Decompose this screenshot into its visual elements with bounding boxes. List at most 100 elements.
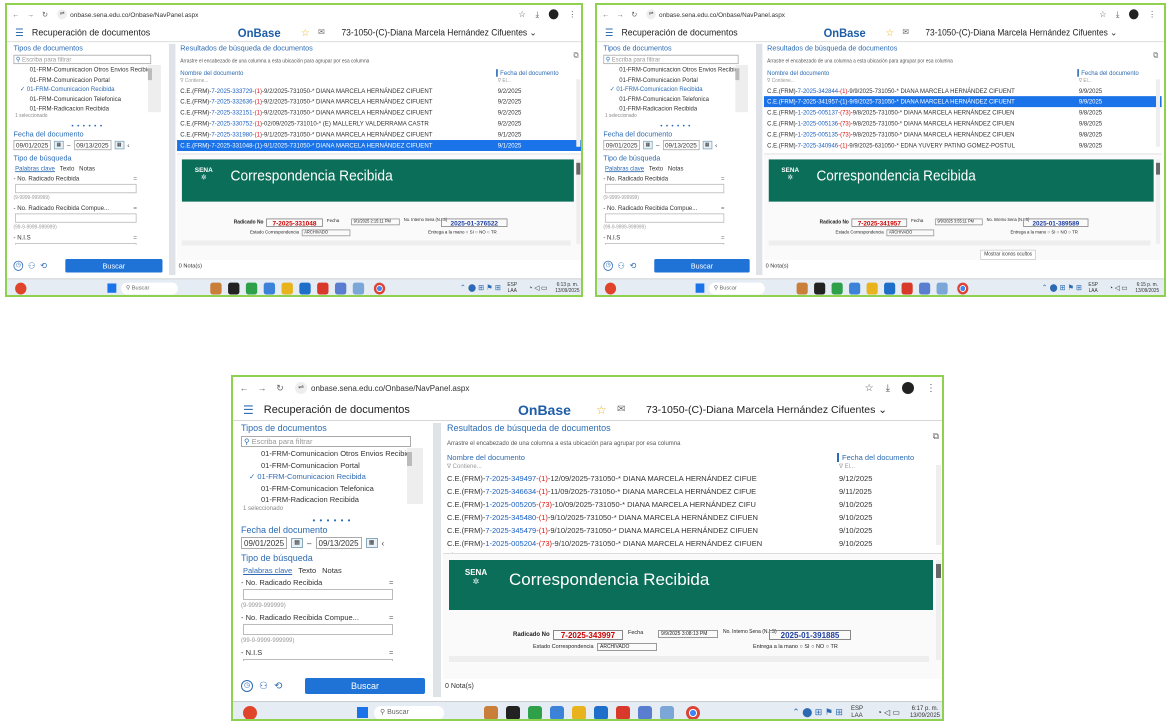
doc-name-cell[interactable]: C.E.(FRM)-7-2025-331048-(1)-9/1/2025-731… xyxy=(180,140,497,151)
folder-icon[interactable] xyxy=(866,282,878,295)
app-icon[interactable] xyxy=(263,282,276,295)
doc-type-item[interactable]: 01-FRM-Radicacion Recibida xyxy=(245,494,431,506)
doc-type-item[interactable]: 01-FRM-Comunicacion Portal xyxy=(245,460,431,472)
panel-divider[interactable] xyxy=(168,43,176,276)
date-to-input[interactable]: 09/13/2025 xyxy=(315,537,362,549)
keyword-input[interactable] xyxy=(604,183,725,194)
preview-scrollbar[interactable] xyxy=(1156,159,1161,244)
doc-name-cell[interactable]: C.E.(FRM)-7-2025-345479-(1)-9/10/2025-73… xyxy=(447,524,839,537)
table-row[interactable]: C.E.(FRM)-7-2025-349497-(1)-12/09/2025-7… xyxy=(443,472,942,485)
copilot-icon[interactable] xyxy=(604,282,617,295)
file-icon[interactable] xyxy=(814,282,826,295)
date-from-input[interactable]: 09/01/2025 xyxy=(13,140,51,151)
app-icon[interactable] xyxy=(616,705,630,719)
user-name[interactable]: 73-1050-(C)-Diana Marcela Hernández Cifu… xyxy=(341,27,527,37)
reload-icon[interactable]: ↻ xyxy=(273,383,287,394)
notes-count[interactable]: 0 Nota(s) xyxy=(177,263,202,269)
widget-icon[interactable] xyxy=(210,282,222,295)
col-document-date[interactable]: Fecha del documento xyxy=(837,453,914,462)
tab-keywords[interactable]: Palabras clave xyxy=(15,164,55,172)
user-menu[interactable]: 73-1050-(C)-Diana Marcela Hernández Cifu… xyxy=(646,404,887,416)
taskbar-search[interactable]: ⚲ Buscar xyxy=(121,282,178,295)
app-icon[interactable] xyxy=(936,282,948,295)
col-document-date[interactable]: Fecha del documento xyxy=(496,69,559,77)
user-menu[interactable]: 73-1050-(C)-Diana Marcela Hernández Cifu… xyxy=(925,27,1117,37)
calendar-icon[interactable]: ▦ xyxy=(291,538,304,548)
app-icon[interactable] xyxy=(550,705,564,719)
date-filter[interactable]: ∇ El... xyxy=(1079,78,1092,83)
results-scrollbar[interactable] xyxy=(1156,79,1161,147)
chrome-icon[interactable] xyxy=(373,282,386,295)
url-text[interactable]: onbase.sena.edu.co/Onbase/NavPanel.aspx xyxy=(311,384,469,393)
table-row[interactable]: C.E.(FRM)-1-2025-005137-(73)-9/8/2025-73… xyxy=(764,107,1162,118)
table-row[interactable]: C.E.(FRM)-7-2025-332636-(1)-9/2/2025-731… xyxy=(177,96,581,107)
app-icon[interactable] xyxy=(831,282,843,295)
address-bar[interactable]: ⇌ onbase.sena.edu.co/Onbase/NavPanel.aspx xyxy=(295,382,469,394)
date-from-input[interactable]: 09/01/2025 xyxy=(603,140,640,151)
doc-date-cell[interactable]: 9/10/2025 xyxy=(839,524,872,537)
doc-name-cell[interactable]: C.E.(FRM)-7-2025-340946-(1)-9/9/2025-631… xyxy=(767,140,1079,151)
table-row[interactable]: C.E.(FRM)-7-2025-331980-(1)-9/1/2025-731… xyxy=(177,129,581,140)
back-icon[interactable]: ← xyxy=(10,10,21,18)
doc-date-cell[interactable]: 9/2/2025 xyxy=(498,118,522,129)
doc-name-cell[interactable]: C.E.(FRM)-7-2025-330752-(1)-02/09/2025-7… xyxy=(180,118,497,129)
address-bar[interactable]: ⇌ onbase.sena.edu.co/Onbase/NavPanel.aspx xyxy=(57,9,198,20)
keyword-input[interactable] xyxy=(243,589,393,600)
search-button[interactable]: Buscar xyxy=(654,259,750,273)
search-button[interactable]: Buscar xyxy=(305,678,425,694)
collapse-chevron-icon[interactable]: ‹ xyxy=(127,141,129,149)
operator[interactable]: = xyxy=(389,577,393,589)
keyword-input[interactable] xyxy=(604,242,725,245)
operator[interactable]: = xyxy=(133,174,137,184)
table-row[interactable]: C.E.(FRM)-7-2025-331048-(1)-9/1/2025-731… xyxy=(177,140,581,151)
doc-type-item[interactable]: 01-FRM-Comunicacion Telefonica xyxy=(17,94,168,104)
operator[interactable]: = xyxy=(133,203,137,213)
copy-icon[interactable]: ⧉ xyxy=(1153,51,1158,60)
doc-date-cell[interactable]: 9/1/2025 xyxy=(498,140,522,151)
doc-type-item[interactable]: 01-FRM-Comunicacion Portal xyxy=(607,75,755,85)
favorites-star-icon[interactable]: ☆ xyxy=(301,27,310,39)
table-row[interactable]: C.E.(FRM)-1-2025-005205-(73)-10/09/2025-… xyxy=(443,498,942,511)
name-filter[interactable]: ∇ Contiene... xyxy=(767,78,1079,83)
doc-name-cell[interactable]: C.E.(FRM)-1-2025-005135-(73)-9/8/2025-73… xyxy=(767,129,1079,140)
bookmark-star-icon[interactable]: ☆ xyxy=(1099,10,1106,19)
doc-type-item[interactable]: 01-FRM-Comunicacion Telefonica xyxy=(607,94,755,104)
windows-start-icon[interactable] xyxy=(695,283,705,293)
copilot-icon[interactable] xyxy=(243,705,257,719)
reset-icon[interactable]: ⟲ xyxy=(274,681,282,692)
hamburger-icon[interactable]: ☰ xyxy=(605,27,614,39)
doc-name-cell[interactable]: C.E.(FRM)-1-2025-005205-(73)-10/09/2025-… xyxy=(447,498,839,511)
doc-name-cell[interactable]: C.E.(FRM)-1-2025-005137-(73)-9/8/2025-73… xyxy=(767,107,1079,118)
app-icon[interactable] xyxy=(299,282,311,295)
doc-name-cell[interactable]: C.E.(FRM)-7-2025-341957-(1)-9/9/2025-731… xyxy=(767,96,1079,107)
col-document-date[interactable]: Fecha del documento xyxy=(1077,69,1139,77)
windows-start-icon[interactable] xyxy=(357,707,368,718)
doc-date-cell[interactable]: 9/9/2025 xyxy=(1079,96,1102,107)
doc-type-filter-input[interactable]: ⚲ Escriba para filtrar xyxy=(603,54,739,65)
col-document-name[interactable]: Nombre del documento xyxy=(447,453,837,462)
name-filter[interactable]: ∇ Contiene... xyxy=(180,78,497,83)
file-icon[interactable] xyxy=(228,282,240,295)
forward-icon[interactable]: → xyxy=(25,10,36,18)
keyword-input[interactable] xyxy=(604,213,725,223)
app-icon[interactable] xyxy=(594,705,608,719)
favorites-star-icon[interactable]: ☆ xyxy=(596,403,607,417)
tab-text[interactable]: Texto xyxy=(298,566,316,575)
tray-icons[interactable]: ⌃ ⬤ ⊞ ⚑ ⊞ xyxy=(1042,284,1082,292)
date-filter[interactable]: ∇ El... xyxy=(839,463,855,470)
operator[interactable]: = xyxy=(389,647,393,659)
col-document-name[interactable]: Nombre del documento xyxy=(180,69,496,77)
doc-type-scrollbar[interactable] xyxy=(735,64,749,113)
doc-name-cell[interactable]: C.E.(FRM)-7-2025-342844-(1)-9/9/2025-731… xyxy=(767,85,1079,96)
doc-name-cell[interactable]: C.E.(FRM)-1-2025-005204-(73)-9/10/2025-7… xyxy=(447,537,839,550)
clock[interactable]: 6:15 p. m. 13/09/2025 xyxy=(1135,282,1159,294)
doc-date-cell[interactable]: 9/12/2025 xyxy=(839,472,872,485)
doc-name-cell[interactable]: C.E.(FRM)-7-2025-345480-(1)-9/10/2025-73… xyxy=(447,511,839,524)
doc-type-scrollbar[interactable] xyxy=(147,64,161,113)
site-info-icon[interactable]: ⇌ xyxy=(295,382,307,394)
doc-type-item[interactable]: 01-FRM-Comunicacion Otros Envios Recibid… xyxy=(245,448,431,460)
history-icon[interactable]: ◷ xyxy=(13,260,24,271)
profile-avatar[interactable] xyxy=(548,9,559,20)
menu-icon[interactable]: ⋮ xyxy=(1148,10,1156,19)
operator[interactable]: = xyxy=(721,203,724,213)
